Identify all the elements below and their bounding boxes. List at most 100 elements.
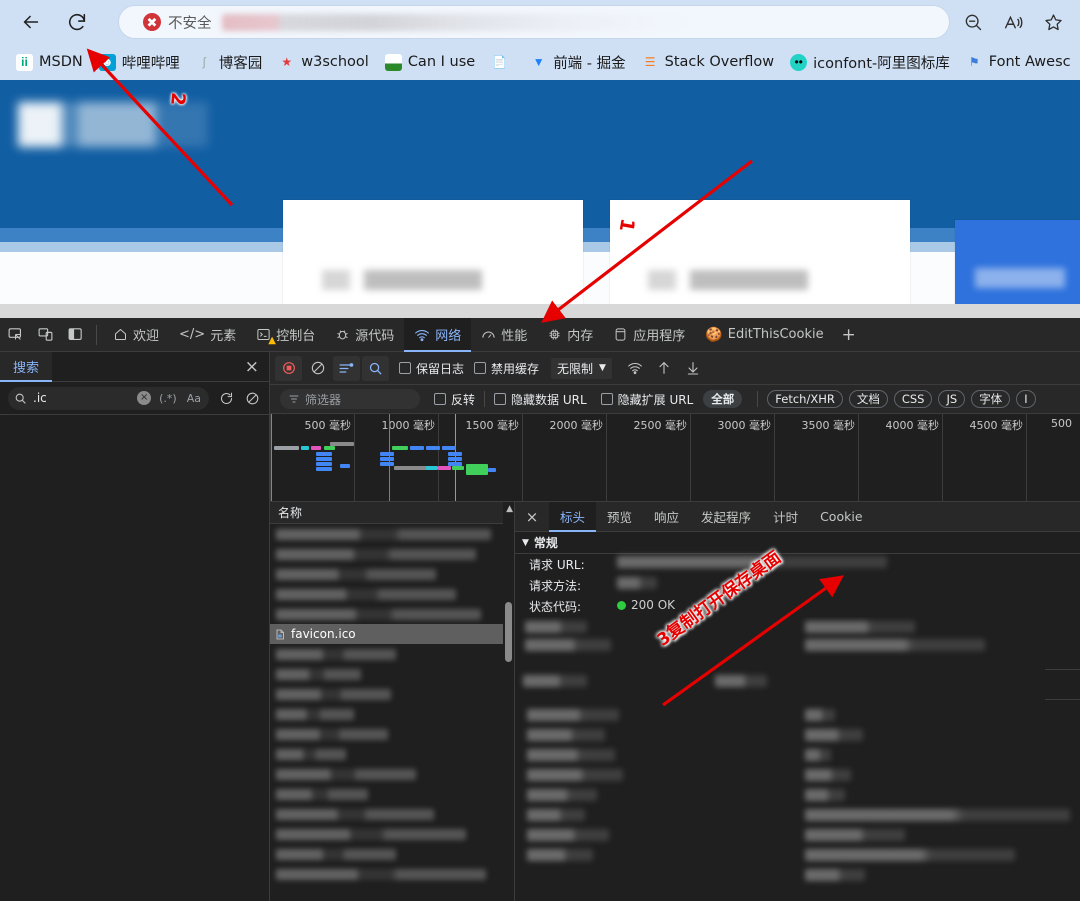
table-row[interactable]	[270, 584, 514, 604]
search-input[interactable]: .ic × (.*) Aa	[8, 386, 209, 410]
disable-cache-label: 禁用缓存	[491, 361, 540, 376]
table-row[interactable]	[270, 864, 514, 884]
clear-search-icon[interactable]: ×	[137, 391, 152, 405]
network-overview[interactable]: 500 毫秒 1000 毫秒 1500 毫秒 2000 毫秒 2500 毫秒 3…	[270, 414, 1080, 502]
table-row[interactable]	[270, 744, 514, 764]
bookmark-stackoverflow[interactable]: ☰ Stack Overflow	[636, 49, 781, 75]
hide-data-urls-checkbox[interactable]: 隐藏数据 URL	[494, 391, 587, 408]
request-list-scrollbar[interactable]: ▲	[503, 502, 514, 901]
search-button[interactable]	[362, 355, 389, 381]
scrollbar-thumb[interactable]	[505, 602, 512, 662]
devtools-tab-sources[interactable]: 源代码	[325, 318, 404, 352]
bookmark-msdn[interactable]: ii MSDN	[10, 49, 89, 75]
zoom-out-icon[interactable]	[956, 5, 990, 39]
url-text[interactable]	[221, 13, 935, 31]
disable-cache-checkbox[interactable]: 禁用缓存	[474, 360, 539, 377]
request-list[interactable]: 名称 favicon.ico ▲	[270, 502, 515, 901]
bookmark-bilibili[interactable]: ☻ 哔哩哔哩	[93, 49, 186, 75]
close-icon[interactable]: ×	[245, 357, 259, 377]
bookmark-fontawesome[interactable]: ⚑ Font Awesc	[960, 49, 1077, 75]
devtools-tab-console[interactable]: ▲ 控制台	[246, 318, 325, 352]
type-filter-doc[interactable]: 文档	[848, 390, 888, 408]
bookmark-juejin[interactable]: ▼ 前端 - 掘金	[524, 49, 631, 75]
details-tab-preview[interactable]: 预览	[596, 502, 643, 532]
search-drawer-tab[interactable]: 搜索	[0, 351, 53, 382]
bookmark-w3school[interactable]: ★ w3school	[272, 49, 375, 75]
clear-results-icon[interactable]	[243, 391, 261, 406]
request-list-header[interactable]: 名称	[270, 502, 514, 524]
scroll-up-icon[interactable]: ▲	[506, 504, 513, 514]
devtools-tab-memory[interactable]: 内存	[537, 318, 603, 352]
read-aloud-icon[interactable]	[996, 5, 1030, 39]
close-details-icon[interactable]: ×	[515, 508, 549, 526]
type-filter-fetch-xhr[interactable]: Fetch/XHR	[767, 390, 843, 408]
export-har-icon[interactable]	[680, 356, 707, 381]
table-row[interactable]	[270, 724, 514, 744]
filter-toggle-button[interactable]	[333, 355, 360, 381]
type-filter-all[interactable]: 全部	[703, 390, 743, 408]
details-tab-timing[interactable]: 计时	[762, 502, 809, 532]
details-tab-cookie[interactable]: Cookie	[809, 502, 873, 532]
devtools-tab-application[interactable]: 应用程序	[603, 318, 695, 352]
table-row[interactable]	[270, 524, 514, 544]
inspect-element-icon[interactable]	[0, 321, 30, 349]
dock-side-icon[interactable]	[60, 321, 90, 349]
network-conditions-icon[interactable]	[622, 356, 649, 381]
back-button[interactable]	[12, 3, 50, 41]
table-row[interactable]	[270, 824, 514, 844]
devtools-tab-performance[interactable]: 性能	[471, 318, 537, 352]
bookmark-page[interactable]: 📄	[485, 49, 520, 75]
table-row[interactable]	[270, 784, 514, 804]
bookmark-cnblogs[interactable]: ∫ 博客园	[190, 49, 269, 75]
match-case-toggle[interactable]: Aa	[185, 392, 203, 405]
general-section-header[interactable]: ▼ 常规	[515, 532, 1080, 554]
waterfall-bar	[410, 446, 424, 450]
devtools-tab-label: 网络	[435, 329, 462, 344]
table-row[interactable]	[270, 804, 514, 824]
screenshot-root: ✖ 不安全 ii MSDN ☻ 哔哩哔哩 ∫ 博客园 ★ w3school Ca…	[0, 0, 1080, 901]
bookmark-iconfont[interactable]: •• iconfont-阿里图标库	[784, 49, 956, 75]
preserve-log-checkbox[interactable]: 保留日志	[399, 360, 464, 377]
refresh-icon[interactable]	[217, 391, 235, 406]
invert-checkbox[interactable]: 反转	[434, 391, 475, 408]
devtools-tab-editthiscookie[interactable]: 🍪 EditThisCookie	[695, 318, 833, 352]
devtools-tab-network[interactable]: 网络	[404, 317, 472, 352]
favorite-star-icon[interactable]	[1036, 5, 1070, 39]
type-filter-font[interactable]: 字体	[971, 390, 1011, 408]
address-bar[interactable]: ✖ 不安全	[118, 5, 950, 39]
type-filter-css[interactable]: CSS	[893, 390, 933, 408]
table-row[interactable]	[270, 604, 514, 624]
table-row-selected[interactable]: favicon.ico	[270, 624, 514, 644]
throttle-value: 无限制	[557, 361, 594, 376]
table-row[interactable]	[270, 684, 514, 704]
devtools-tab-elements[interactable]: </> 元素	[169, 318, 246, 352]
reload-button[interactable]	[58, 3, 96, 41]
details-tab-initiator[interactable]: 发起程序	[690, 502, 762, 532]
table-row[interactable]	[270, 664, 514, 684]
table-row[interactable]	[270, 564, 514, 584]
bookmark-caniuse[interactable]: Can I use	[379, 49, 481, 75]
overview-selection-start[interactable]	[271, 414, 272, 501]
bookmark-label: iconfont-阿里图标库	[813, 55, 950, 72]
more-tabs-button[interactable]: +	[834, 321, 864, 349]
devtools-tab-welcome[interactable]: 欢迎	[103, 318, 169, 352]
throttle-dropdown[interactable]: 无限制 ▼	[551, 357, 612, 379]
device-toolbar-icon[interactable]	[30, 321, 60, 349]
type-filter-img[interactable]: I	[1016, 390, 1036, 408]
details-tab-headers[interactable]: 标头	[549, 502, 597, 532]
regex-toggle[interactable]: (.*)	[157, 392, 179, 405]
record-button[interactable]	[275, 355, 302, 381]
table-row[interactable]	[270, 764, 514, 784]
waterfall-bar	[380, 457, 394, 461]
table-row[interactable]	[270, 704, 514, 724]
import-har-icon[interactable]	[651, 356, 678, 381]
filter-input[interactable]: 筛选器	[280, 389, 420, 409]
table-row[interactable]	[270, 544, 514, 564]
hide-extension-urls-checkbox[interactable]: 隐藏扩展 URL	[600, 391, 693, 408]
type-filter-js[interactable]: JS	[938, 390, 966, 408]
table-row[interactable]	[270, 644, 514, 664]
not-secure-icon[interactable]: ✖	[143, 13, 161, 31]
table-row[interactable]	[270, 844, 514, 864]
clear-button[interactable]	[304, 356, 331, 381]
details-tab-response[interactable]: 响应	[643, 502, 690, 532]
